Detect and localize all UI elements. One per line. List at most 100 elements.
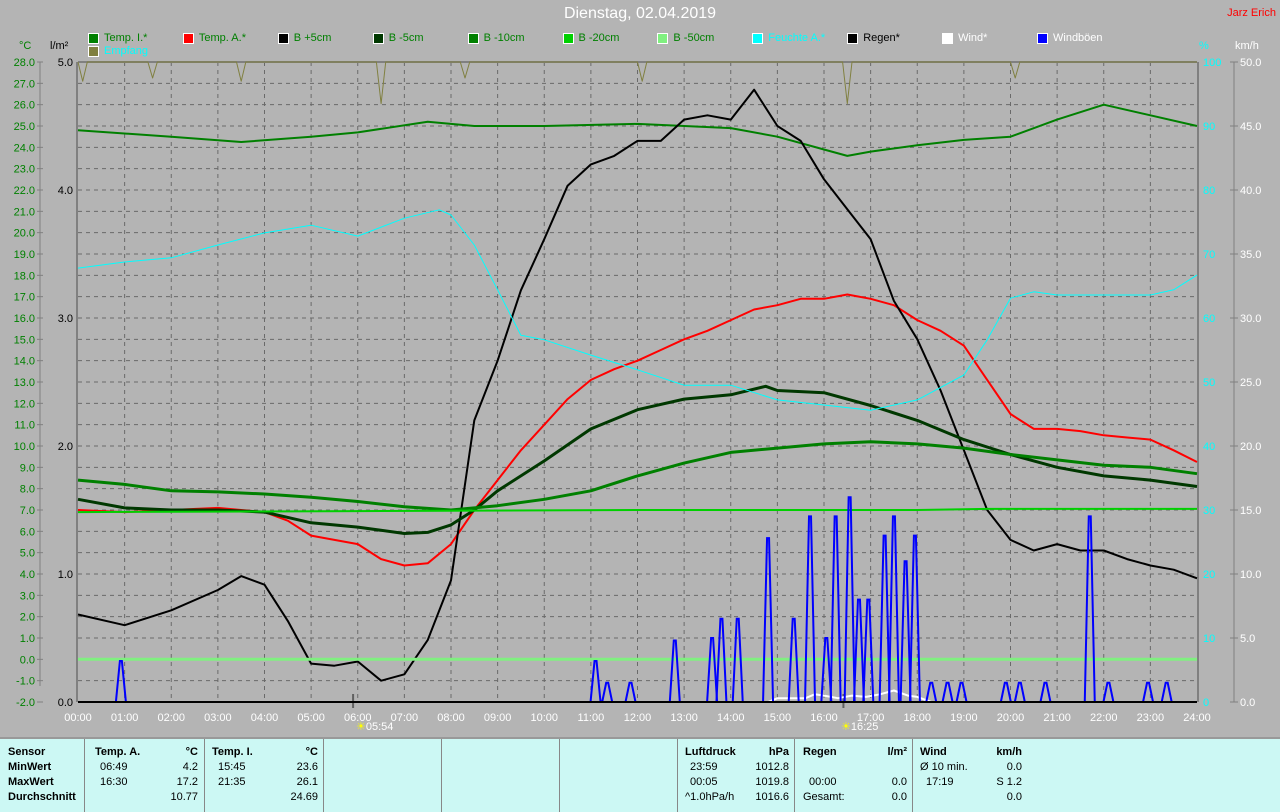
humidity-axis-unit: % <box>1199 40 1209 52</box>
windboeen-spike <box>941 681 954 703</box>
x-tick-label: 23:00 <box>1137 712 1165 724</box>
wind-tick-label: 5.0 <box>1240 633 1255 645</box>
temp-tick-label: 27.0 <box>14 78 35 90</box>
rain-header: Regen <box>803 746 837 758</box>
legend-swatch <box>182 32 194 44</box>
pressure-trend: ^1.0hPa/h <box>685 791 735 803</box>
legend-label: Empfang <box>104 45 149 57</box>
pressure-min: 1012.8 <box>755 761 789 773</box>
rain-axis-unit: l/m² <box>50 40 69 52</box>
windboeen-spike <box>624 681 637 703</box>
windboeen-spike <box>589 660 602 703</box>
windboeen-spike <box>955 681 968 703</box>
temp-i-header: Temp. I. <box>212 746 253 758</box>
temp-a-min-time: 06:49 <box>100 761 128 773</box>
windboeen-spike <box>601 681 614 703</box>
temp-tick-label: 20.0 <box>14 228 35 240</box>
temp-tick-label: 12.0 <box>14 398 35 410</box>
legend-label: Temp. I.* <box>104 32 148 44</box>
x-tick-label: 14:00 <box>717 712 745 724</box>
humidity-tick-label: 30 <box>1203 505 1215 517</box>
wind-avg: 0.0 <box>1006 761 1022 773</box>
windboeen-spike <box>829 515 842 703</box>
windboeen-spike <box>999 681 1012 703</box>
legend-item: B -50cm <box>657 32 714 44</box>
pressure-unit: hPa <box>768 746 789 758</box>
windboeen-spike <box>114 660 127 703</box>
legend-label: Feuchte A.* <box>768 32 826 44</box>
x-tick-label: 03:00 <box>204 712 232 724</box>
pressure-avg: 1016.6 <box>755 791 789 803</box>
wind-tick-label: 40.0 <box>1240 185 1261 197</box>
x-tick-label: 13:00 <box>670 712 698 724</box>
windboeen-spike <box>1013 681 1026 703</box>
temp-tick-label: 3.0 <box>20 590 35 602</box>
x-tick-label: 15:00 <box>764 712 792 724</box>
wind-total: 0.0 <box>1006 791 1022 803</box>
wind-tick-label: 25.0 <box>1240 377 1261 389</box>
temp-a-max-time: 16:30 <box>100 776 128 788</box>
legend-item: Wind* <box>942 32 987 44</box>
wind-axis-unit: km/h <box>1235 40 1259 52</box>
humidity-tick-label: 50 <box>1203 377 1215 389</box>
windboeen-spike <box>1142 681 1155 703</box>
temp-tick-label: 28.0 <box>14 57 35 69</box>
wind-avg-label: Ø 10 min. <box>920 761 968 773</box>
legend-swatch <box>88 32 99 44</box>
x-tick-label: 16:00 <box>810 712 838 724</box>
rain-total-label: Gesamt: <box>803 791 845 803</box>
humidity-tick-label: 10 <box>1203 633 1215 645</box>
humidity-tick-label: 0 <box>1203 697 1209 709</box>
humidity-tick-label: 90 <box>1203 121 1215 133</box>
x-tick-label: 22:00 <box>1090 712 1118 724</box>
temp-tick-label: 18.0 <box>14 270 35 282</box>
temp-i-avg: 24.69 <box>290 791 318 803</box>
temp-tick-label: 19.0 <box>14 249 35 261</box>
humidity-tick-label: 40 <box>1203 441 1215 453</box>
temp-tick-label: 7.0 <box>20 505 35 517</box>
temp-i-min: 23.6 <box>296 761 318 773</box>
legend-item: Temp. A.* <box>182 32 246 44</box>
temp-tick-label: 6.0 <box>20 526 35 538</box>
temp-tick-label: 21.0 <box>14 206 35 218</box>
wind-tick-label: 20.0 <box>1240 441 1261 453</box>
humidity-tick-label: 80 <box>1203 185 1215 197</box>
temp-axis-unit: °C <box>19 40 32 52</box>
rain-tick-label: 4.0 <box>58 185 73 197</box>
x-tick-label: 04:00 <box>251 712 279 724</box>
humidity-tick-label: 60 <box>1203 313 1215 325</box>
legend-swatch <box>1037 32 1048 44</box>
pressure-max-time: 00:05 <box>690 776 718 788</box>
legend-swatch <box>88 45 99 57</box>
windboeen-spike <box>804 515 817 703</box>
pressure-min-time: 23:59 <box>690 761 718 773</box>
x-tick-label: 18:00 <box>903 712 931 724</box>
rain-tick-label: 3.0 <box>58 313 73 325</box>
temp-a-avg: 10.77 <box>170 791 198 803</box>
wind-tick-label: 30.0 <box>1240 313 1261 325</box>
humidity-tick-label: 100 <box>1203 57 1221 69</box>
x-tick-label: 20:00 <box>997 712 1025 724</box>
legend-item: B +5cm <box>277 32 331 44</box>
sunrise-label: ☀05:54 <box>356 721 394 733</box>
rain-max-time: 00:00 <box>809 776 837 788</box>
windboeen-spike <box>1160 681 1173 703</box>
legend-item: Windböen <box>1037 32 1103 44</box>
legend-item: B -10cm <box>467 32 525 44</box>
windboeen-spike <box>862 598 875 703</box>
wind-tick-label: 50.0 <box>1240 57 1261 69</box>
legend-item: B -20cm <box>562 32 619 44</box>
legend-swatch <box>467 32 479 44</box>
x-tick-label: 08:00 <box>437 712 465 724</box>
statistics-panel: Sensor MinWert MaxWert Durchschnitt Temp… <box>0 737 1280 812</box>
humidity-tick-label: 70 <box>1203 249 1215 261</box>
temp-i-unit: °C <box>305 746 318 758</box>
temp-tick-label: 14.0 <box>14 356 35 368</box>
pressure-header: Luftdruck <box>685 746 736 758</box>
temp-tick-label: 2.0 <box>20 612 35 624</box>
sensor-header: Sensor <box>8 746 46 758</box>
windboeen-spike <box>843 496 856 703</box>
x-tick-label: 02:00 <box>157 712 185 724</box>
temp-a-unit: °C <box>185 746 198 758</box>
legend-item: B -5cm <box>372 32 424 44</box>
